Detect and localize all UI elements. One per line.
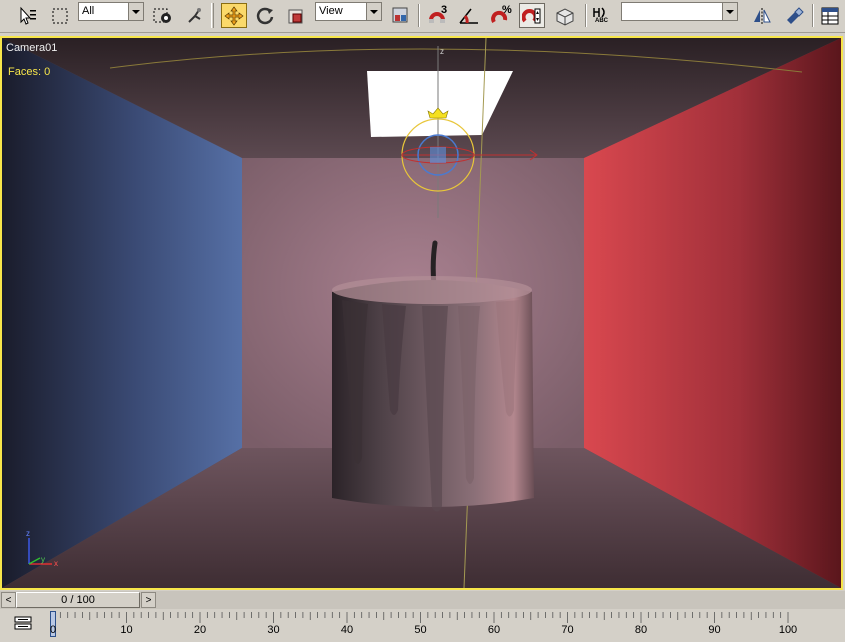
track-tick-label: 100: [778, 624, 798, 636]
select-and-rotate-icon[interactable]: [252, 3, 278, 28]
chevron-down-icon: [128, 3, 143, 20]
reference-coordinate-value: View: [319, 5, 343, 17]
mirror-icon[interactable]: [749, 3, 775, 28]
candle-top: [332, 276, 532, 304]
select-by-name-icon[interactable]: [150, 3, 176, 28]
track-tick-label: 80: [634, 624, 648, 636]
viewport-scene: z z x y: [2, 38, 841, 588]
axis-z-label: z: [26, 529, 30, 538]
percent-snap-label: %: [502, 4, 512, 16]
next-frame-symbol: >: [145, 594, 152, 606]
select-and-move-icon[interactable]: [221, 3, 247, 28]
time-slider[interactable]: < 0 / 100 >: [0, 591, 845, 609]
track-tick-label: 30: [267, 624, 280, 636]
toolbar-separator: [812, 4, 814, 27]
camera-viewport[interactable]: z z x y Camera01 Faces: 0: [0, 36, 843, 590]
track-bar[interactable]: 0 10 20 30 40 50 60 70 80 90 100: [0, 609, 845, 642]
prev-frame-symbol: <: [5, 594, 12, 606]
angle-snap-toggle-icon[interactable]: [456, 3, 482, 28]
chevron-down-icon: [366, 3, 381, 20]
toolbar-separator: [585, 4, 587, 27]
named-selection-sets-dropdown[interactable]: [621, 2, 738, 21]
track-tick-label: 0: [49, 624, 57, 636]
selection-filter-value: All: [82, 5, 95, 17]
viewport-name-label[interactable]: Camera01: [6, 42, 57, 54]
select-object-icon[interactable]: [14, 3, 40, 28]
use-pivot-center-icon[interactable]: [387, 3, 413, 28]
track-tick-label: 10: [120, 624, 133, 636]
frame-display: 0 / 100: [61, 594, 95, 606]
align-icon[interactable]: [781, 3, 807, 28]
select-and-link-icon[interactable]: [181, 3, 207, 28]
selection-filter-dropdown[interactable]: All: [78, 2, 144, 21]
track-ruler[interactable]: [45, 609, 845, 625]
toolbar-grip: [211, 3, 214, 28]
track-tick-label: 70: [561, 624, 574, 636]
prev-frame-button[interactable]: <: [1, 592, 16, 608]
axis-y-label: y: [41, 555, 45, 564]
next-frame-button[interactable]: >: [141, 592, 156, 608]
track-tick-label: 20: [193, 624, 207, 636]
snaps-mode-label: 3: [441, 4, 448, 16]
layer-manager-icon[interactable]: [817, 3, 843, 28]
edit-named-selection-sets-icon[interactable]: [552, 3, 578, 28]
axis-x-label: x: [54, 559, 58, 568]
track-tick-label: 60: [487, 624, 501, 636]
track-tick-label: 50: [414, 624, 427, 636]
abc-label: ABC: [595, 18, 608, 24]
main-toolbar: All View 3 % ABC: [0, 0, 845, 33]
time-slider-thumb[interactable]: 0 / 100: [16, 592, 140, 608]
select-and-scale-icon[interactable]: [283, 3, 309, 28]
faces-statistic: Faces: 0: [8, 66, 51, 78]
reference-coordinate-system-dropdown[interactable]: View: [315, 2, 382, 21]
chevron-down-icon: [722, 3, 737, 20]
spinner-snap-toggle-icon[interactable]: [519, 3, 545, 28]
rectangular-selection-region-icon[interactable]: [47, 3, 73, 28]
gizmo-z-label: z: [440, 47, 444, 56]
track-tick-label: 90: [708, 624, 721, 636]
named-selection-abc-icon[interactable]: ABC: [590, 3, 616, 28]
open-mini-curve-editor-icon[interactable]: [10, 612, 36, 634]
track-tick-label: 40: [340, 624, 354, 636]
toolbar-separator: [418, 4, 420, 27]
